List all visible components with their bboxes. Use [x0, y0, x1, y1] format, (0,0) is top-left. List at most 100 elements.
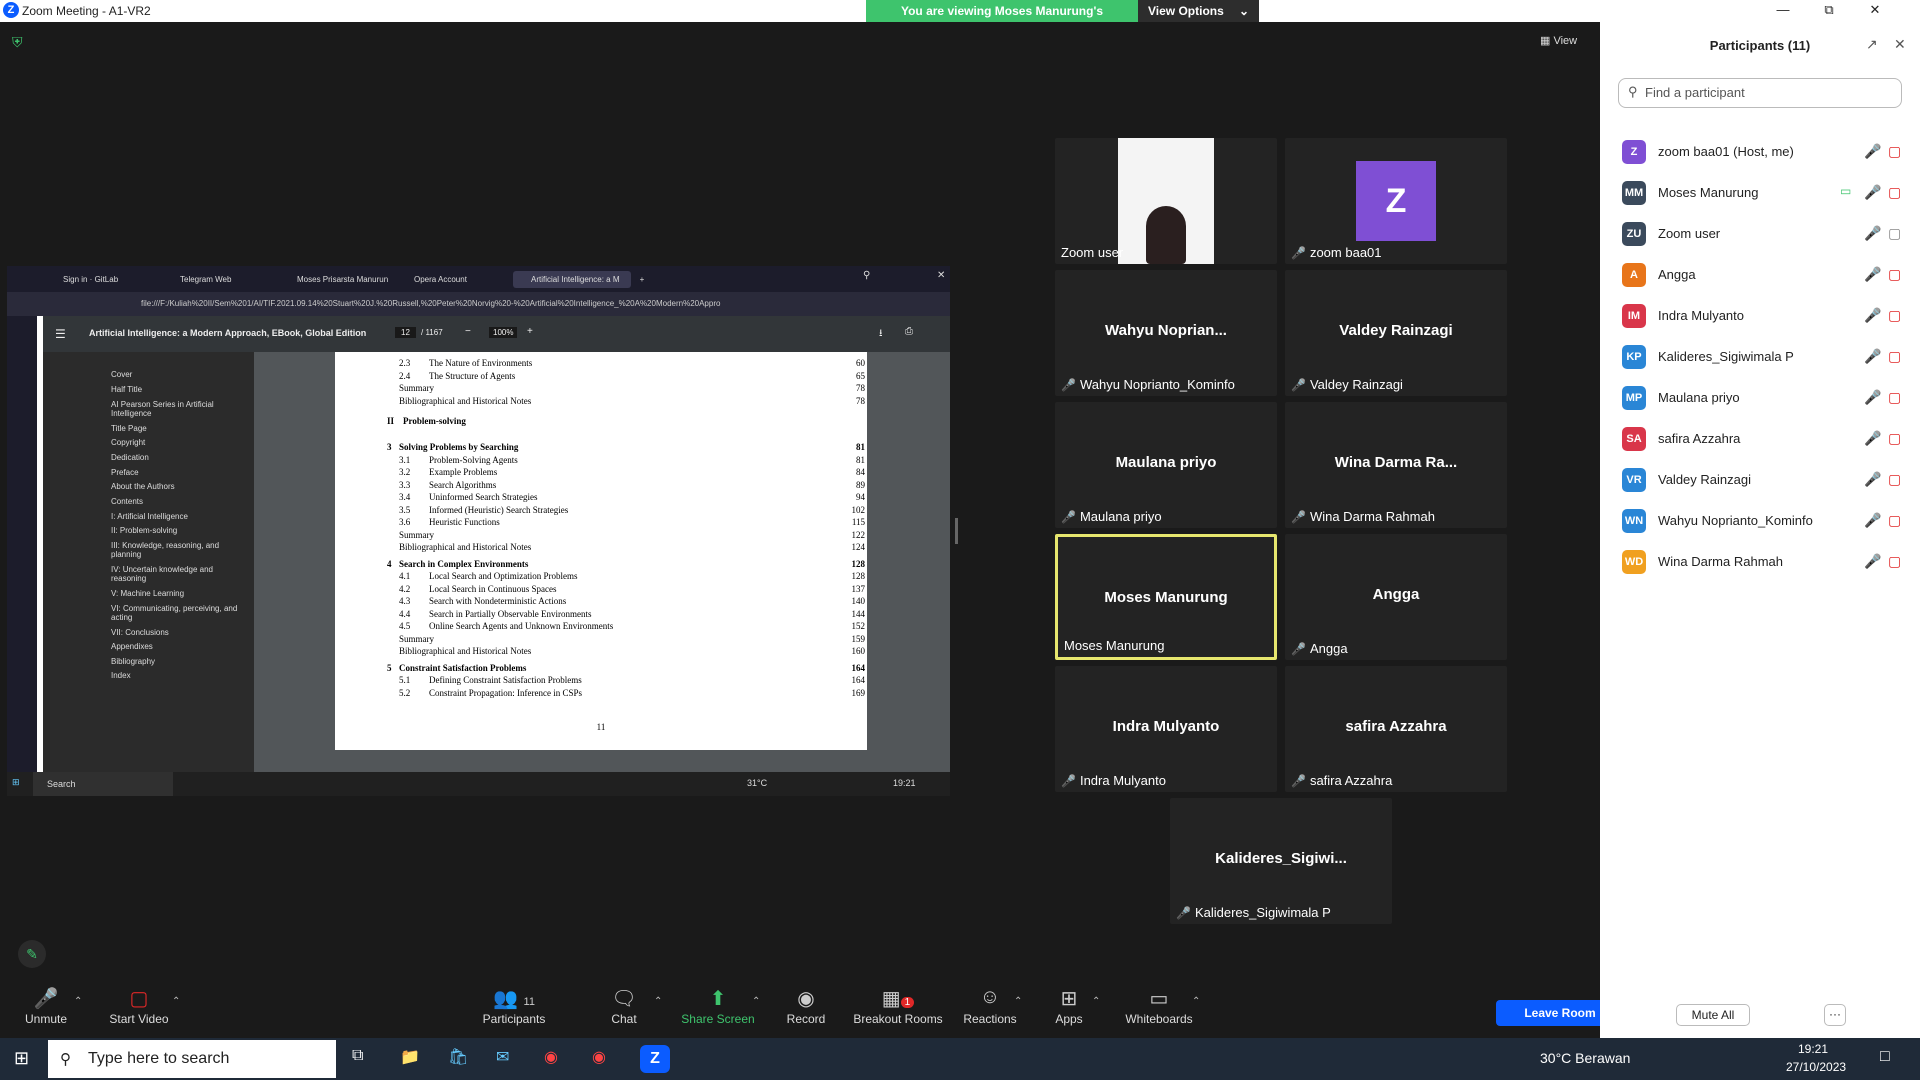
participant-row[interactable]: WD Wina Darma Rahmah 🎤 ▢ [1600, 542, 1920, 583]
participant-row[interactable]: ZU Zoom user 🎤 ▢ [1600, 214, 1920, 255]
participant-row[interactable]: A Angga 🎤 ▢ [1600, 255, 1920, 296]
close-icon[interactable]: ✕ [1894, 36, 1906, 53]
address-url[interactable]: file:///F:/Kuliah%20II/Sem%201/AI/TIF.20… [141, 292, 781, 316]
mic-off-icon[interactable]: 🎤 [1864, 143, 1881, 160]
start-video-button[interactable]: ▢ Start Video [106, 986, 172, 1026]
mail-icon[interactable]: ✉ [496, 1047, 509, 1067]
participant-row[interactable]: SA safira Azzahra 🎤 ▢ [1600, 419, 1920, 460]
camera-icon[interactable]: ▢ [1888, 225, 1901, 242]
mute-all-button[interactable]: Mute All [1676, 1004, 1750, 1026]
splitter-handle[interactable] [955, 518, 958, 544]
camera-off-icon[interactable]: ▢ [1888, 143, 1901, 160]
outline-item[interactable]: Half Title [111, 385, 241, 394]
chevron-up-icon[interactable]: ⌃ [654, 996, 662, 1007]
outline-item[interactable]: VII: Conclusions [111, 628, 241, 637]
outline-item[interactable]: IV: Uncertain knowledge and reasoning [111, 565, 241, 583]
video-tile[interactable]: Wahyu Noprian... 🎤 Wahyu Noprianto_Kominfo [1055, 270, 1277, 396]
browser-tab[interactable]: Opera Account [396, 271, 506, 288]
camera-off-icon[interactable]: ▢ [1888, 184, 1901, 201]
close-icon[interactable]: ✕ [1852, 0, 1898, 22]
outline-item[interactable]: V: Machine Learning [111, 589, 241, 598]
outline-item[interactable]: Preface [111, 468, 241, 477]
outline-item[interactable]: Title Page [111, 424, 241, 433]
camera-off-icon[interactable]: ▢ [1888, 307, 1901, 324]
outline-item[interactable]: I: Artificial Intelligence [111, 512, 241, 521]
whiteboards-button[interactable]: ▭ Whiteboards [1124, 986, 1194, 1026]
download-icon[interactable]: ⭳ [879, 326, 883, 343]
zoom-out-icon[interactable]: − [465, 326, 471, 337]
video-tile[interactable]: Valdey Rainzagi 🎤 Valdey Rainzagi [1285, 270, 1507, 396]
camera-off-icon[interactable]: ▢ [1888, 266, 1901, 283]
menu-icon[interactable]: ☰ [55, 327, 66, 341]
print-icon[interactable]: ⎙ [905, 326, 913, 337]
zoom-app-icon[interactable]: Z [640, 1045, 670, 1073]
camera-off-icon[interactable]: ▢ [1888, 553, 1901, 570]
new-tab-icon[interactable]: + [632, 271, 652, 288]
mic-off-icon[interactable]: 🎤 [1864, 389, 1881, 406]
taskbar-search[interactable]: Type here to search [48, 1040, 336, 1078]
search-icon[interactable]: ⚲ [863, 270, 870, 281]
outline-item[interactable]: About the Authors [111, 482, 241, 491]
outline-item[interactable]: Contents [111, 497, 241, 506]
view-options-button[interactable]: View Options ⌄ [1138, 0, 1259, 22]
windows-start-icon[interactable]: ⊞ [14, 1048, 29, 1069]
outline-item[interactable]: Cover [111, 370, 241, 379]
video-tile[interactable]: Zoom user [1055, 138, 1277, 264]
mic-off-icon[interactable]: 🎤 [1864, 348, 1881, 365]
mic-icon[interactable]: 🎤 [1864, 225, 1881, 242]
chat-button[interactable]: 🗨 Chat [604, 986, 644, 1026]
store-icon[interactable]: 🛍 [448, 1047, 468, 1067]
video-tile[interactable]: Angga 🎤 Angga [1285, 534, 1507, 660]
reactions-button[interactable]: ☺ Reactions [962, 986, 1018, 1026]
participant-row[interactable]: MP Maulana priyo 🎤 ▢ [1600, 378, 1920, 419]
camera-off-icon[interactable]: ▢ [1888, 389, 1901, 406]
chevron-up-icon[interactable]: ⌃ [752, 996, 760, 1007]
shared-screen[interactable]: Sign in · GitLab Telegram Web Moses Pris… [7, 266, 950, 796]
outline-item[interactable]: Bibliography [111, 657, 241, 666]
outline-item[interactable]: II: Problem-solving [111, 526, 241, 535]
participant-row[interactable]: VR Valdey Rainzagi 🎤 ▢ [1600, 460, 1920, 501]
chevron-up-icon[interactable]: ⌃ [1092, 996, 1100, 1007]
mic-off-icon[interactable]: 🎤 [1864, 266, 1881, 283]
breakout-rooms-button[interactable]: ▦ 1 Breakout Rooms [852, 986, 944, 1026]
shield-icon[interactable]: ⛨ [12, 34, 28, 52]
video-tile[interactable]: safira Azzahra 🎤 safira Azzahra [1285, 666, 1507, 792]
browser-tab-active[interactable]: Artificial Intelligence: a M [513, 271, 631, 288]
browser-tab[interactable]: Moses Prisarsta Manurun [279, 271, 389, 288]
view-button[interactable]: ▦ View [1540, 34, 1577, 47]
video-tile[interactable]: Kalideres_Sigiwi... 🎤 Kalideres_Sigiwimala… [1170, 798, 1392, 924]
outline-item[interactable]: Appendixes [111, 642, 241, 651]
camera-off-icon[interactable]: ▢ [1888, 471, 1901, 488]
mic-off-icon[interactable]: 🎤 [1864, 512, 1881, 529]
camera-off-icon[interactable]: ▢ [1888, 430, 1901, 447]
chrome-icon[interactable]: ◉ [544, 1047, 558, 1067]
record-button[interactable]: ◉ Record [786, 986, 826, 1026]
notification-icon[interactable]: □ [1880, 1048, 1890, 1066]
video-tile[interactable]: Z 🎤 zoom baa01 [1285, 138, 1507, 264]
zoom-in-icon[interactable]: + [527, 326, 533, 337]
outline-item[interactable]: VI: Communicating, perceiving, and actin… [111, 604, 241, 622]
zoom-level[interactable]: 100% [489, 327, 518, 338]
weather[interactable]: 30°C Berawan [1540, 1050, 1630, 1066]
chevron-up-icon[interactable]: ⌃ [1014, 996, 1022, 1007]
apps-button[interactable]: ⊞ Apps [1052, 986, 1086, 1026]
address-bar[interactable]: file:///F:/Kuliah%20II/Sem%201/AI/TIF.20… [7, 292, 950, 316]
participant-row[interactable]: Zzoom baa01 (Host, me) 🎤 ▢ [1600, 132, 1920, 173]
chrome-icon[interactable]: ◉ [592, 1047, 606, 1067]
pencil-icon[interactable]: ✎ [18, 940, 46, 968]
video-tile[interactable]: Indra Mulyanto 🎤 Indra Mulyanto [1055, 666, 1277, 792]
popout-icon[interactable]: ↗ [1866, 36, 1878, 53]
camera-off-icon[interactable]: ▢ [1888, 512, 1901, 529]
chevron-up-icon[interactable]: ⌃ [1192, 996, 1200, 1007]
outline-item[interactable]: Dedication [111, 453, 241, 462]
participants-button[interactable]: 👥 11 Participants [478, 986, 550, 1026]
restore-icon[interactable]: ⧉ [1806, 0, 1852, 22]
clock-date[interactable]: 27/10/2023 [1786, 1060, 1846, 1074]
outline-item[interactable]: AI Pearson Series in Artificial Intellig… [111, 400, 241, 418]
participant-row[interactable]: KP Kalideres_Sigiwimala P 🎤 ▢ [1600, 337, 1920, 378]
share-screen-button[interactable]: ⬆ Share Screen [680, 986, 756, 1026]
outline-item[interactable]: Copyright [111, 438, 241, 447]
mic-off-icon[interactable]: 🎤 [1864, 307, 1881, 324]
mic-off-icon[interactable]: 🎤 [1864, 430, 1881, 447]
task-view-icon[interactable]: ⧉ [352, 1047, 363, 1065]
